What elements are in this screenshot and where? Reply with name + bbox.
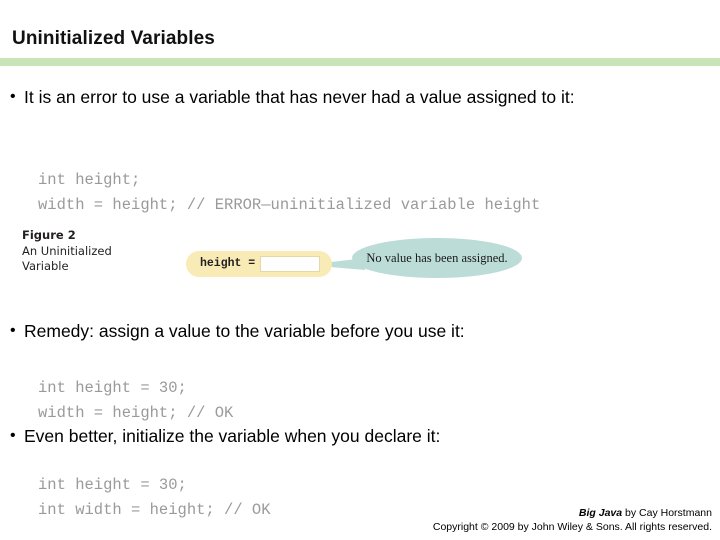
variable-name-label: height = bbox=[200, 257, 256, 270]
bullet-text-2: Remedy: assign a value to the variable b… bbox=[24, 321, 465, 341]
title-divider bbox=[0, 58, 720, 66]
book-byline: by Cay Horstmann bbox=[622, 507, 712, 519]
footer-copyright: Copyright © 2009 by John Wiley & Sons. A… bbox=[432, 521, 712, 533]
book-title: Big Java bbox=[578, 507, 623, 519]
variable-value-slot bbox=[260, 256, 320, 272]
footer: Big Java by Cay Horstmann Copyright © 20… bbox=[433, 506, 712, 534]
callout-text: No value has been assigned. bbox=[366, 250, 508, 265]
bullet-item-2: • Remedy: assign a value to the variable… bbox=[10, 318, 670, 344]
bullet-marker-icon: • bbox=[10, 88, 16, 105]
figure-caption-line1: An Uninitialized bbox=[22, 243, 112, 258]
figure-label: Figure 2 bbox=[22, 228, 76, 242]
callout-bubble: No value has been assigned. bbox=[352, 238, 522, 278]
page-title: Uninitialized Variables bbox=[12, 28, 215, 49]
bullet-marker-icon: • bbox=[10, 322, 16, 339]
bullet-marker-icon: • bbox=[10, 427, 16, 444]
figure-caption: Figure 2 An Uninitialized Variable bbox=[22, 228, 112, 275]
bullet-item-1: • It is an error to use a variable that … bbox=[10, 84, 670, 110]
bullet-text-1: It is an error to use a variable that ha… bbox=[24, 87, 575, 107]
bullet-text-3: Even better, initialize the variable whe… bbox=[24, 426, 441, 446]
code-block-remedy: int height = 30; width = height; // OK bbox=[38, 378, 234, 422]
bullet-item-3: • Even better, initialize the variable w… bbox=[10, 423, 670, 449]
figure-caption-line2: Variable bbox=[22, 259, 69, 273]
code-block-error: int height; width = height; // ERROR—uni… bbox=[38, 170, 541, 214]
footer-attribution: Big Java by Cay Horstmann bbox=[433, 506, 712, 520]
variable-box: height = bbox=[186, 251, 332, 277]
code-block-initialize: int height = 30; int width = height; // … bbox=[38, 475, 271, 519]
